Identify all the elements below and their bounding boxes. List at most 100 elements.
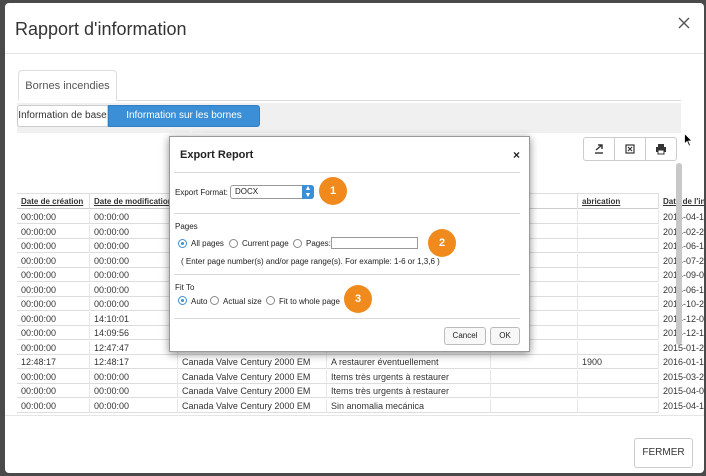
table-cell: 00:00:00	[90, 224, 178, 239]
print-button[interactable]	[645, 137, 677, 161]
table-row[interactable]: 00:00:00 00:00:00 Canada Valve Century 200…	[17, 369, 704, 384]
radio-current-page[interactable]	[229, 239, 238, 248]
table-cell: Canada Valve Century 2000 EM	[178, 369, 327, 384]
table-cell: 00:00:00	[17, 340, 90, 355]
table-cell	[578, 224, 659, 239]
fermer-button[interactable]: FERMER	[634, 438, 693, 468]
table-cell	[578, 253, 659, 268]
fit-auto-label[interactable]: Auto	[191, 297, 207, 306]
dialog-divider	[174, 274, 520, 275]
table-cell: 2015-04-08	[659, 384, 704, 398]
table-cell	[491, 369, 578, 384]
table-cell	[578, 340, 659, 355]
dialog-divider	[174, 213, 520, 214]
report-toolbar	[583, 137, 678, 161]
export-excel-button[interactable]	[614, 137, 646, 161]
table-cell	[578, 282, 659, 297]
subtab-information-de-base[interactable]: Information de base	[17, 105, 108, 127]
table-scrollbar[interactable]	[676, 163, 682, 345]
print-icon	[656, 144, 666, 155]
cancel-button[interactable]: Cancel	[444, 327, 486, 345]
chevron-updown-icon: ▲ ▼	[302, 185, 314, 199]
table-cell: 12:48:17	[90, 355, 178, 369]
table-cell: 12:47:47	[90, 340, 178, 355]
table-cell: A restaurer éventuellement	[327, 355, 491, 369]
export-format-label: Export Format:	[175, 188, 228, 197]
table-cell	[578, 326, 659, 340]
table-cell: 2015-04-15	[659, 399, 704, 413]
radio-all-pages[interactable]	[178, 239, 187, 248]
table-cell: 00:00:00	[90, 297, 178, 311]
radio-pages[interactable]	[293, 239, 302, 248]
table-cell: 2016-01-19	[659, 355, 704, 369]
export-button[interactable]	[583, 137, 615, 161]
fit-actual-label[interactable]: Actual size	[223, 297, 262, 306]
table-cell: 00:00:00	[17, 297, 90, 311]
table-cell: 00:00:00	[17, 311, 90, 326]
table-cell: 00:00:00	[17, 224, 90, 239]
table-cell: 00:00:00	[90, 282, 178, 297]
table-cell: 00:00:00	[17, 282, 90, 297]
tab-divider	[18, 100, 681, 101]
export-report-dialog: Export Report × Export Format: DOCX ▲ ▼ P…	[169, 136, 530, 352]
table-cell: 00:00:00	[90, 384, 178, 398]
close-icon[interactable]	[678, 14, 694, 32]
export-format-select[interactable]: DOCX ▲ ▼	[230, 185, 314, 199]
table-cell: Sin anomalia mecánica	[327, 398, 491, 413]
table-cell: 00:00:00	[17, 210, 90, 224]
table-cell: 00:00:00	[17, 369, 90, 384]
table-cell	[578, 311, 659, 326]
table-cell: 00:00:00	[17, 326, 90, 340]
table-cell: Canada Valve Century 2000 EM	[178, 398, 327, 413]
table-cell: 00:00:00	[90, 398, 178, 413]
step-badge-2: 2	[428, 229, 456, 257]
table-cell	[578, 369, 659, 384]
column-header[interactable]: Date de modification	[90, 194, 178, 209]
table-cell: 12:48:17	[17, 355, 90, 369]
subtab-information-bornes[interactable]: Information sur les bornes incendies	[108, 105, 260, 141]
table-cell: 00:00:00	[17, 253, 90, 268]
table-row[interactable]: 00:00:00 00:00:00 Canada Valve Century 200…	[17, 384, 704, 398]
table-cell: 00:00:00	[90, 239, 178, 253]
modal-title: Rapport d'information	[15, 19, 187, 39]
dialog-close-icon[interactable]: ×	[513, 148, 520, 162]
table-cell: Canada Valve Century 2000 EM	[178, 384, 327, 398]
header-divider	[5, 53, 704, 54]
column-header[interactable]: abrication	[578, 194, 659, 209]
pages-section-label: Pages	[175, 222, 198, 231]
current-page-label[interactable]: Current page	[242, 239, 289, 248]
table-cell: 00:00:00	[90, 253, 178, 268]
export-format-value: DOCX	[235, 187, 259, 196]
table-cell: Canada Valve Century 2000 EM	[178, 355, 327, 369]
table-cell: 2015-03-25	[659, 370, 704, 384]
table-cell	[578, 210, 659, 224]
table-cell: 1900	[578, 355, 659, 369]
pages-input[interactable]	[331, 237, 418, 249]
table-cell: 00:00:00	[90, 268, 178, 282]
dialog-divider	[174, 318, 520, 319]
all-pages-label[interactable]: All pages	[191, 239, 224, 248]
subtab-bar: Information de base Information sur les …	[17, 103, 681, 141]
table-cell	[578, 297, 659, 311]
table-row[interactable]: 12:48:17 12:48:17 Canada Valve Century 200…	[17, 355, 704, 369]
table-cell	[578, 268, 659, 282]
ok-button[interactable]: OK	[490, 327, 520, 345]
pages-label[interactable]: Pages:	[306, 239, 331, 248]
table-cell: Items très urgents à restaurer	[327, 369, 491, 384]
table-cell: 14:10:01	[90, 311, 178, 326]
radio-fit-whole[interactable]	[266, 296, 275, 305]
tab-bornes-incendies[interactable]: Bornes incendies	[18, 70, 117, 101]
table-cell	[491, 384, 578, 398]
table-cell	[491, 398, 578, 413]
pages-hint: ( Enter page number(s) and/or page range…	[181, 257, 440, 266]
table-cell: 00:00:00	[17, 239, 90, 253]
radio-fit-actual[interactable]	[210, 296, 219, 305]
fit-whole-label[interactable]: Fit to whole page	[279, 297, 340, 306]
column-header[interactable]: Date de création	[17, 194, 90, 209]
table-cell: 00:00:00	[17, 268, 90, 282]
table-row[interactable]: 00:00:00 00:00:00 Canada Valve Century 200…	[17, 398, 704, 413]
export-excel-icon	[625, 144, 635, 154]
table-cell: Items très urgents à restaurer	[327, 384, 491, 398]
radio-fit-auto[interactable]	[178, 296, 187, 305]
table-cell	[491, 355, 578, 369]
